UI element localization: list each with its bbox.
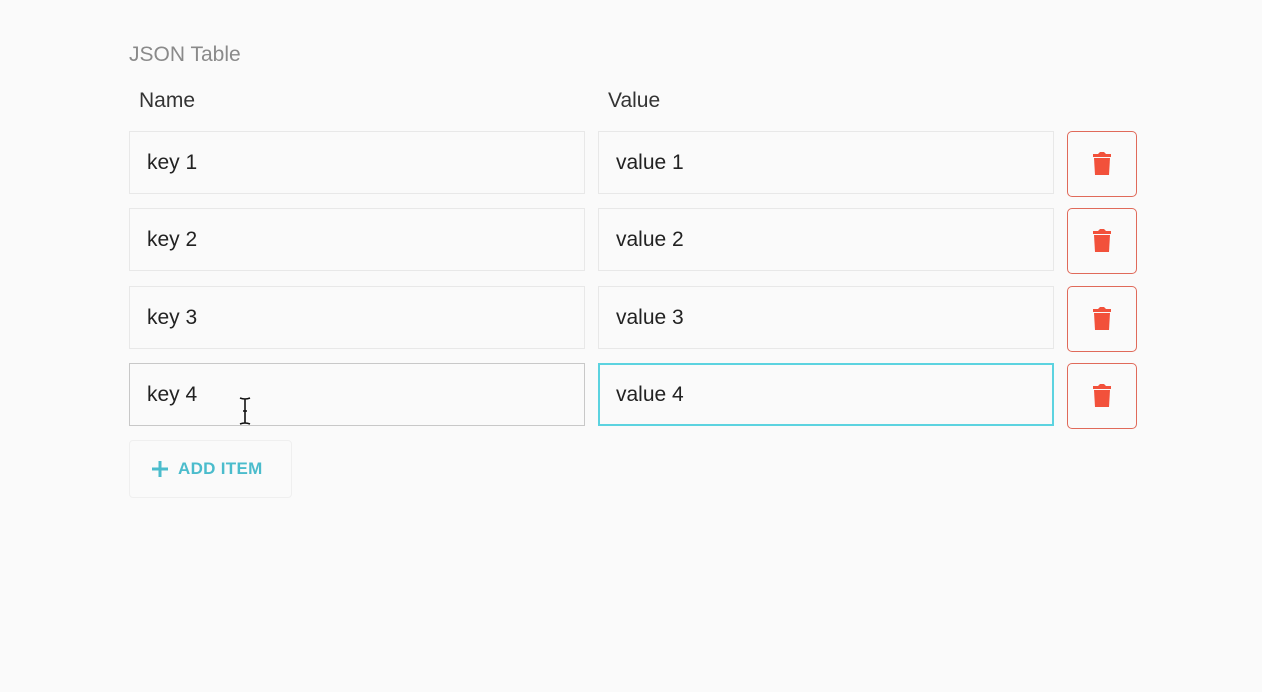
add-item-label: ADD ITEM [178, 459, 263, 478]
delete-row-button[interactable] [1067, 286, 1137, 352]
name-input[interactable] [129, 208, 585, 271]
section-title: JSON Table [129, 43, 241, 66]
table-row [129, 286, 1137, 352]
plus-icon [152, 461, 168, 477]
value-input[interactable] [598, 286, 1054, 349]
trash-icon [1093, 384, 1111, 407]
table-row [129, 131, 1137, 197]
delete-row-button[interactable] [1067, 131, 1137, 197]
value-input[interactable] [598, 131, 1054, 194]
table-row [129, 363, 1137, 429]
trash-icon [1093, 307, 1111, 330]
name-input[interactable] [129, 286, 585, 349]
trash-icon [1093, 152, 1111, 175]
add-item-button[interactable]: ADD ITEM [129, 440, 292, 498]
value-input[interactable] [598, 208, 1054, 271]
delete-row-button[interactable] [1067, 208, 1137, 274]
name-input[interactable] [129, 363, 585, 426]
delete-row-button[interactable] [1067, 363, 1137, 429]
column-header-name: Name [139, 89, 196, 112]
value-input[interactable] [598, 363, 1054, 426]
table-row [129, 208, 1137, 274]
trash-icon [1093, 229, 1111, 252]
name-input[interactable] [129, 131, 585, 194]
column-header-value: Value [608, 89, 661, 112]
text-cursor-icon [239, 397, 251, 425]
